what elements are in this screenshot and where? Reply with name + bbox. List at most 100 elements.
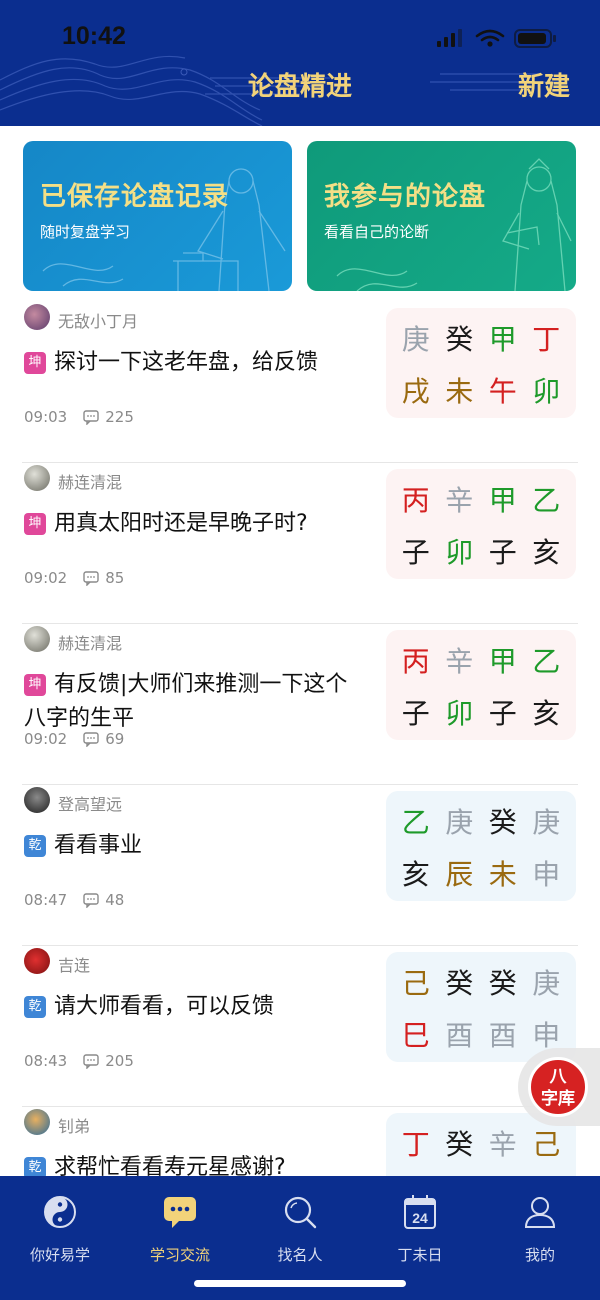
post-meta: 08:43 205 (24, 1052, 134, 1070)
stem-char: 癸 (445, 1128, 474, 1161)
tab-mine[interactable]: 我的 (480, 1194, 600, 1265)
branch-char: 卯 (445, 697, 474, 730)
post-time: 09:02 (24, 569, 68, 587)
stem-char: 己 (532, 1128, 561, 1161)
person-icon (524, 1197, 556, 1228)
tab-calendar[interactable]: 24 丁未日 (360, 1194, 480, 1265)
branch-char: 辰 (445, 858, 474, 891)
post-meta: 09:03 225 (24, 408, 134, 426)
bazi-library-label-line2: 字库 (541, 1089, 575, 1109)
bazi-library-label: 八 字库 (528, 1057, 588, 1117)
tab-learn-yi[interactable]: 你好易学 (0, 1194, 120, 1265)
banner-title: 我参与的论盘 (324, 182, 487, 212)
branch-char: 亥 (401, 858, 430, 891)
post-item[interactable]: 无敌小丁月 坤探讨一下这老年盘，给反馈 09:03 225 庚癸甲丁 戌未午卯 (0, 302, 600, 463)
bazi-chart: 丙辛甲乙 子卯子亥 (386, 469, 576, 579)
post-title: 乾看看事业 (24, 829, 364, 863)
post-item[interactable]: 赫连清混 坤用真太阳时还是早晚子时? 09:02 85 丙辛甲乙 子卯子亥 (0, 463, 600, 624)
heavenly-stems-row: 丁癸辛己 (386, 1123, 576, 1163)
avatar[interactable] (24, 1109, 50, 1135)
stem-char: 乙 (532, 484, 561, 517)
post-title-text: 有反馈|大师们来推测一下这个八字的生平 (24, 672, 348, 731)
stem-char: 辛 (488, 1128, 517, 1161)
stem-char: 庚 (445, 806, 474, 839)
search-icon (284, 1196, 317, 1229)
branch-char: 亥 (532, 536, 561, 569)
username: 吉连 (58, 956, 91, 975)
tab-label: 找名人 (277, 1246, 323, 1264)
post-meta: 09:02 85 (24, 569, 124, 587)
tab-label: 我的 (524, 1246, 555, 1264)
tab-study-exchange[interactable]: 学习交流 (120, 1194, 240, 1265)
avatar[interactable] (24, 948, 50, 974)
post-time: 09:02 (24, 730, 68, 748)
banner-subtitle: 随时复盘学习 (40, 223, 131, 241)
saved-records-banner[interactable]: 已保存论盘记录 随时复盘学习 (23, 141, 292, 291)
branch-char: 未 (488, 858, 517, 891)
branch-char: 戌 (401, 375, 430, 408)
comment-icon (83, 1053, 99, 1069)
post-title: 乾请大师看看，可以反馈 (24, 990, 364, 1024)
banner-title: 已保存论盘记录 (40, 182, 230, 212)
tab-find-famous[interactable]: 找名人 (240, 1194, 360, 1265)
heavenly-stems-row: 乙庚癸庚 (386, 801, 576, 841)
chat-icon (164, 1197, 196, 1228)
branch-char: 酉 (445, 1019, 474, 1052)
post-title: 坤有反馈|大师们来推测一下这个八字的生平 (24, 668, 364, 736)
comment-count: 225 (105, 408, 134, 426)
tab-label: 学习交流 (149, 1246, 210, 1264)
calendar-icon: 24 (404, 1195, 436, 1229)
tab-label: 丁未日 (397, 1246, 443, 1264)
comment-icon (83, 892, 99, 908)
stem-char: 辛 (445, 484, 474, 517)
avatar[interactable] (24, 465, 50, 491)
branch-char: 子 (401, 697, 430, 730)
calendar-day: 24 (412, 1210, 428, 1226)
post-time: 08:47 (24, 891, 68, 909)
new-button[interactable]: 新建 (518, 66, 570, 103)
avatar[interactable] (24, 626, 50, 652)
gender-badge: 坤 (24, 352, 46, 374)
stem-char: 丁 (401, 1128, 430, 1161)
stem-char: 丙 (401, 484, 430, 517)
branch-char: 子 (401, 536, 430, 569)
status-icons (437, 29, 556, 48)
gender-badge: 坤 (24, 674, 46, 696)
username: 登高望远 (58, 795, 123, 814)
heavenly-stems-row: 丙辛甲乙 (386, 479, 576, 519)
scholar-illustration (42, 168, 286, 291)
post-time: 08:43 (24, 1052, 68, 1070)
comment-count: 85 (105, 569, 125, 587)
earthly-branches-row: 子卯子亥 (386, 531, 576, 571)
earthly-branches-row: 子卯子亥 (386, 692, 576, 732)
joined-discussions-banner[interactable]: 我参与的论盘 看看自己的论断 (307, 141, 576, 291)
stem-char: 乙 (401, 806, 430, 839)
bazi-library-button[interactable]: 八 字库 (518, 1048, 600, 1126)
earthly-branches-row: 亥辰未申 (386, 853, 576, 893)
post-item[interactable]: 登高望远 乾看看事业 08:47 48 乙庚癸庚 亥辰未申 (0, 785, 600, 946)
post-title: 坤探讨一下这老年盘，给反馈 (24, 346, 364, 380)
avatar[interactable] (24, 304, 50, 330)
page-title: 论盘精进 (247, 72, 352, 102)
comment-count: 69 (105, 730, 125, 748)
home-indicator (194, 1280, 406, 1287)
post-item[interactable]: 吉连 乾请大师看看，可以反馈 08:43 205 己癸癸庚 巳酉酉申 (0, 946, 600, 1107)
branch-char: 午 (488, 375, 517, 408)
stem-char: 甲 (488, 323, 517, 356)
top-header: 10:42 论盘精进 新建 (0, 0, 600, 126)
stem-char: 庚 (532, 806, 561, 839)
status-time: 10:42 (62, 22, 126, 50)
avatar[interactable] (24, 787, 50, 813)
comment-icon (83, 731, 99, 747)
branch-char: 亥 (532, 697, 561, 730)
stem-char: 庚 (532, 967, 561, 1000)
stem-char: 丙 (401, 645, 430, 678)
comment-icon (83, 570, 99, 586)
post-item[interactable]: 赫连清混 坤有反馈|大师们来推测一下这个八字的生平 09:02 69 丙辛甲乙 … (0, 624, 600, 785)
comment-count: 205 (105, 1052, 134, 1070)
banner-subtitle: 看看自己的论断 (324, 223, 430, 241)
decorative-waves (0, 55, 560, 126)
branch-char: 卯 (532, 375, 561, 408)
username: 无敌小丁月 (58, 312, 139, 331)
stem-char: 癸 (488, 806, 517, 839)
